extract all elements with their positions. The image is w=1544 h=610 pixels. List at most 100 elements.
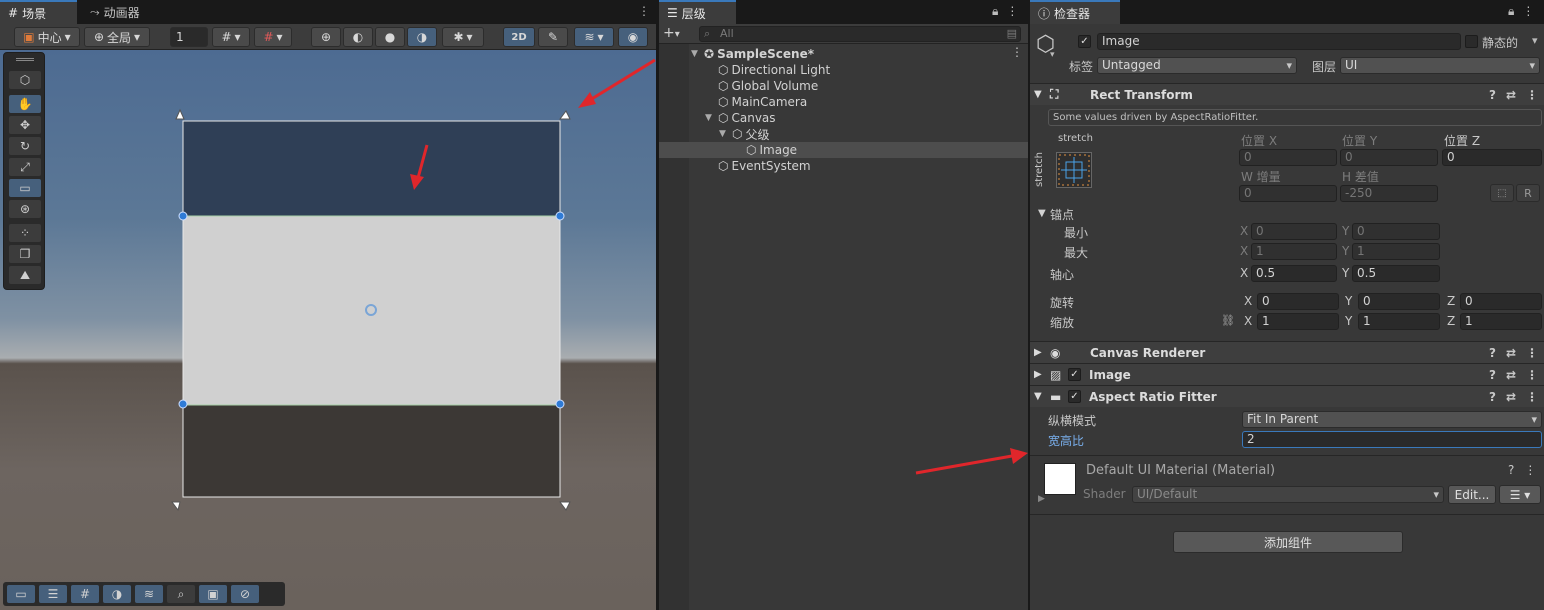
tab-scene[interactable]: # 场景 [0,0,77,24]
scene-viewport[interactable]: ⬡ ✋ ✥ ↻ ⤢ ▭ ⊛ ⁘ ❐ ⛰ ▭ ☰ # ◑ ≋ ⌕ ▣ ⊘ [0,50,656,610]
image-component-header[interactable]: ▶ ▨ ✓ Image ? ⇄ ⋮ [1030,363,1544,385]
help-icon[interactable]: ? [1489,346,1496,360]
rect-transform-header[interactable]: ▼ ⛶ Rect Transform ? ⇄ ⋮ [1030,83,1544,105]
preset-icon[interactable]: ⇄ [1506,88,1516,102]
preset-icon[interactable]: ⇄ [1506,368,1516,382]
pos-y-field[interactable]: 0 [1340,149,1438,166]
grid-snap-dropdown[interactable]: # ▾ [212,27,250,47]
camera-overlay-button[interactable]: ▣ [199,585,227,603]
unlit-button[interactable]: ● [375,27,405,47]
shader-dropdown[interactable]: UI/Default [1132,486,1444,503]
shaded-button[interactable]: ◑ [407,27,437,47]
tab-hierarchy[interactable]: ☰ 层级 [659,0,736,24]
anchor-max-x-field[interactable]: 1 [1251,243,1337,260]
lock-icon[interactable]: 🔒︎ [1508,4,1514,19]
grid-size-field[interactable]: 1 [170,27,208,47]
hierarchy-search-input[interactable]: ⌕ All ▤ [699,26,1021,42]
anchor-handle-tr[interactable] [559,110,571,120]
rotation-z-field[interactable]: 0 [1460,293,1542,310]
menu-icon[interactable]: ⋮ [1524,463,1536,477]
help-icon[interactable]: ? [1489,368,1496,382]
lighting-overlay-button[interactable]: ◑ [103,585,131,603]
hierarchy-item[interactable]: ⬡ EventSystem [705,158,811,174]
tag-dropdown[interactable]: Untagged [1097,57,1297,74]
width-delta-field[interactable]: 0 [1239,185,1337,202]
blueprint-mode-button[interactable]: ⬚ [1490,184,1514,202]
grid-overlay-button[interactable]: # [71,585,99,603]
icon-dropdown-chevron[interactable]: ▾ [1050,50,1055,60]
rect-handle-bl[interactable] [178,399,188,409]
foldout-expanded-icon[interactable]: ▼ [705,113,715,123]
rect-handle-tl[interactable] [178,211,188,221]
object-name-field[interactable]: Image [1097,33,1461,50]
hierarchy-item[interactable]: ⬡ MainCamera [705,94,807,110]
menu-icon[interactable]: ⋮ [1522,4,1534,19]
menu-icon[interactable]: ⋮ [1526,390,1538,404]
debug-draw-dropdown[interactable]: ✱ ▾ [442,27,484,47]
shader-options-button[interactable]: ☰ ▾ [1499,485,1541,504]
active-checkbox[interactable]: ✓ [1078,35,1091,48]
anchor-handle-tl[interactable] [175,108,185,120]
visibility-toggle-button[interactable]: ◉ [618,27,648,47]
rect-handle-br[interactable] [555,399,565,409]
anchor-handle-br[interactable] [559,501,571,511]
rotation-x-field[interactable]: 0 [1257,293,1339,310]
constrain-proportions-icon[interactable]: ⛓ [1221,314,1235,327]
pos-z-field[interactable]: 0 [1442,149,1542,166]
hierarchy-item[interactable]: ▼ ⬡ 父级 [719,126,770,142]
aspect-ratio-fitter-header[interactable]: ▼ ▬ ✓ Aspect Ratio Fitter ? ⇄ ⋮ [1030,385,1544,407]
add-component-button[interactable]: 添加组件 [1173,531,1403,553]
add-object-button[interactable]: +▾ [663,25,680,41]
anchor-handle-bl[interactable] [171,501,181,512]
tab-inspector[interactable]: ⓘ 检查器 [1030,0,1120,24]
rotation-y-field[interactable]: 0 [1358,293,1440,310]
menu-icon[interactable]: ⋮ [1526,88,1538,102]
hierarchy-item[interactable]: ⬡ Image [733,142,797,158]
rect-handle-tr[interactable] [555,211,565,221]
lighting-toggle-button[interactable]: ✎ [538,27,568,47]
anchor-min-x-field[interactable]: 0 [1251,223,1337,240]
scene-menu-icon[interactable]: ⋮ [1011,45,1023,59]
shader-edit-button[interactable]: Edit... [1448,485,1496,504]
layer-dropdown[interactable]: UI [1340,57,1540,74]
zoom-overlay-button[interactable]: ⌕ [167,585,195,603]
handle-rotation-dropdown[interactable]: ⊕ 全局 ▾ [84,27,150,47]
search-filter-icon[interactable]: ▤ [1007,27,1017,41]
tab-animator[interactable]: ⤳ 动画器 [82,0,148,24]
pivot-x-field[interactable]: 0.5 [1251,265,1337,282]
scale-y-field[interactable]: 1 [1358,313,1440,330]
static-checkbox[interactable] [1465,35,1478,48]
shaded-wireframe-button[interactable]: ◐ [343,27,373,47]
layers-dropdown[interactable]: ≋ ▾ [574,27,614,47]
raw-edit-button[interactable]: R [1516,184,1540,202]
layers-overlay-button[interactable]: ≋ [135,585,163,603]
hierarchy-item[interactable]: ⬡ Directional Light [705,62,830,78]
help-icon[interactable]: ? [1508,463,1514,477]
preset-icon[interactable]: ⇄ [1506,346,1516,360]
foldout-expanded-icon[interactable]: ▼ [691,49,701,59]
aspect-fitter-enabled-checkbox[interactable]: ✓ [1068,390,1081,403]
wireframe-button[interactable]: ⊕ [311,27,341,47]
scene-tab-menu-icon[interactable]: ⋮ [638,4,650,18]
preset-icon[interactable]: ⇄ [1506,390,1516,404]
anchor-min-y-field[interactable]: 0 [1352,223,1440,240]
hierarchy-item[interactable]: ⬡ Global Volume [705,78,818,94]
scale-z-field[interactable]: 1 [1460,313,1542,330]
menu-icon[interactable]: ⋮ [1526,346,1538,360]
lock-icon[interactable]: 🔒︎ [992,4,998,19]
menu-icon[interactable]: ⋮ [1006,4,1018,19]
rect-overlay-button[interactable]: ▭ [7,585,35,603]
foldout-expanded-icon[interactable]: ▼ [719,129,729,139]
canvas-renderer-header[interactable]: ▶ ◉ Canvas Renderer ? ⇄ ⋮ [1030,341,1544,363]
align-overlay-button[interactable]: ☰ [39,585,67,603]
aspect-mode-dropdown[interactable]: Fit In Parent [1242,411,1542,428]
anchor-max-y-field[interactable]: 1 [1352,243,1440,260]
pos-x-field[interactable]: 0 [1239,149,1337,166]
image-enabled-checkbox[interactable]: ✓ [1068,368,1081,381]
scale-x-field[interactable]: 1 [1257,313,1339,330]
increment-snap-dropdown[interactable]: # ▾ [254,27,292,47]
material-foldout-icon[interactable]: ▶ [1038,494,1045,504]
gizmos-overlay-button[interactable]: ⊘ [231,585,259,603]
hierarchy-item[interactable]: ▼ ✪ SampleScene* [691,46,814,62]
menu-icon[interactable]: ⋮ [1526,368,1538,382]
